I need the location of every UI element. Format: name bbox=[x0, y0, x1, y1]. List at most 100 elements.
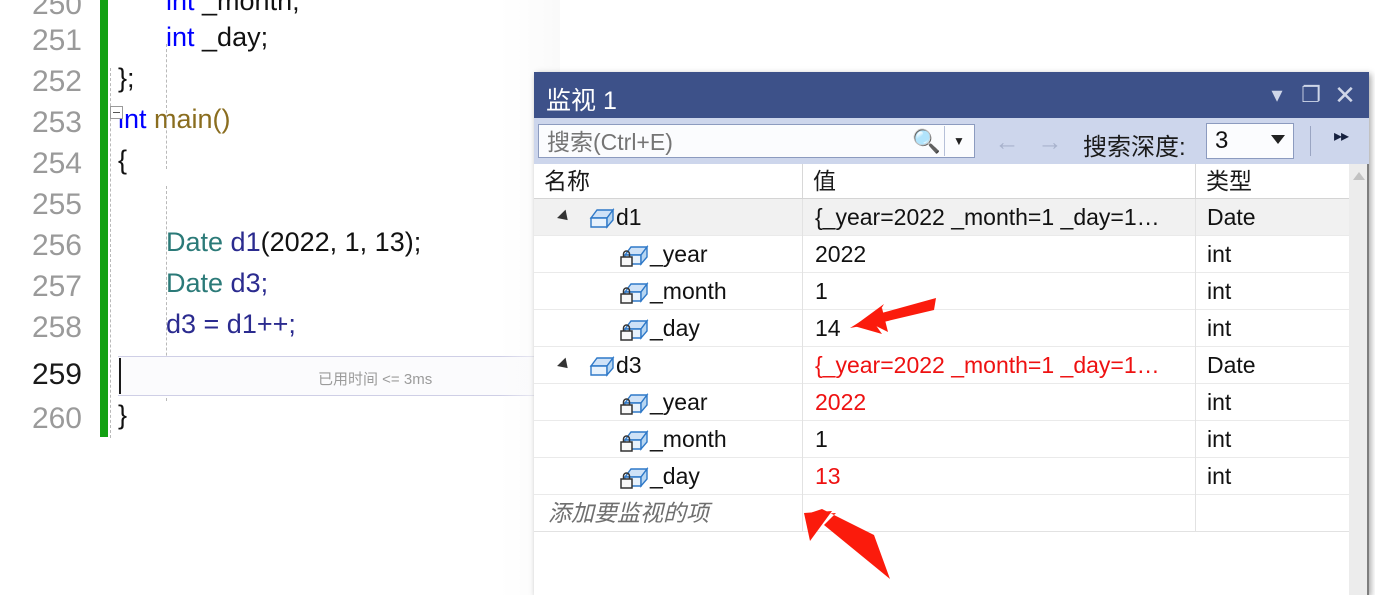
cube-lock-icon bbox=[620, 317, 650, 341]
watch-toolbar[interactable]: 🔍 ▼ ← → 搜索深度: 3 ▸▸ bbox=[534, 118, 1369, 164]
screen: 250 251 252 253 254 255 256 257 258 259 260 int _m… bbox=[0, 0, 1375, 595]
table-row[interactable]: _day 13 int bbox=[534, 458, 1349, 495]
add-watch-row[interactable]: 添加要监视的项 bbox=[534, 495, 1349, 532]
cell-name[interactable]: _month bbox=[534, 273, 802, 309]
variable-name: _year bbox=[650, 389, 708, 415]
cell-type: Date bbox=[1207, 204, 1256, 230]
grid-right-edge bbox=[1367, 164, 1369, 595]
indent-guide bbox=[166, 44, 167, 169]
cell-divider bbox=[1195, 495, 1196, 532]
cube-lock-icon bbox=[620, 465, 650, 489]
cube-lock-icon bbox=[620, 391, 650, 415]
cube-icon bbox=[586, 206, 616, 230]
cell-type: int bbox=[1207, 463, 1232, 489]
cell-name[interactable]: _day bbox=[534, 310, 802, 346]
toolbar-separator bbox=[1310, 126, 1311, 156]
elapsed-time-annotation: 已用时间 <= 3ms bbox=[318, 371, 433, 388]
line-number: 251 bbox=[31, 24, 82, 57]
cell-name[interactable]: _month bbox=[534, 421, 802, 457]
dropdown-chevron-icon[interactable]: ▾ bbox=[1262, 80, 1292, 110]
chevron-down-icon[interactable] bbox=[1271, 135, 1285, 144]
search-depth-stepper[interactable]: 3 bbox=[1206, 123, 1294, 159]
column-header-type[interactable]: 类型 bbox=[1196, 164, 1349, 198]
column-header-value[interactable]: 值 bbox=[803, 164, 1195, 198]
watch-variable-grid[interactable]: 名称值类型 d1 {_year=2022 _month=1 _day=1… Date… bbox=[534, 164, 1369, 595]
cell-type: int bbox=[1207, 278, 1232, 304]
search-icon[interactable]: 🔍 bbox=[912, 128, 941, 155]
table-row[interactable]: _day 14 int bbox=[534, 310, 1349, 347]
cube-lock-icon bbox=[620, 280, 650, 304]
column-divider[interactable] bbox=[802, 164, 803, 198]
maximize-icon[interactable]: ❐ bbox=[1296, 80, 1326, 110]
cell-type: int bbox=[1207, 426, 1232, 452]
expand-collapse-triangle-icon[interactable] bbox=[557, 357, 572, 373]
watch-window[interactable]: 监视 1 ▾ ❐ ✕ 🔍 ▼ ← → 搜索深度: 3 ▸▸ 名称值类型 d1 {_… bbox=[534, 72, 1369, 595]
code-line[interactable]: Date d1(2022, 1, 13); bbox=[166, 227, 421, 257]
grid-vertical-scrollbar[interactable] bbox=[1349, 164, 1369, 595]
column-divider[interactable] bbox=[1195, 164, 1196, 198]
cell-name[interactable]: _day bbox=[534, 458, 802, 494]
table-row[interactable]: d1 {_year=2022 _month=1 _day=1… Date bbox=[534, 199, 1349, 236]
column-header-name[interactable]: 名称 bbox=[534, 164, 802, 198]
change-indicator-bar bbox=[100, 0, 108, 437]
cell-value[interactable]: {_year=2022 _month=1 _day=1… bbox=[803, 199, 1195, 235]
indent-guide bbox=[110, 68, 111, 438]
table-row[interactable]: _year 2022 int bbox=[534, 384, 1349, 421]
collapse-region-icon[interactable] bbox=[110, 106, 123, 119]
cell-value[interactable]: 2022 bbox=[803, 236, 1195, 272]
line-number: 259 bbox=[31, 358, 82, 391]
variable-name: _day bbox=[650, 463, 700, 489]
cell-type: int bbox=[1207, 389, 1232, 415]
line-number: 257 bbox=[31, 270, 82, 303]
cell-name[interactable]: _year bbox=[534, 384, 802, 420]
code-line[interactable]: }; bbox=[118, 63, 135, 93]
table-row[interactable]: d3 {_year=2022 _month=1 _day=1… Date bbox=[534, 347, 1349, 384]
search-input[interactable] bbox=[545, 128, 919, 157]
line-number: 256 bbox=[31, 229, 82, 262]
code-line[interactable]: { bbox=[118, 145, 127, 175]
scroll-up-arrow-icon[interactable] bbox=[1349, 164, 1369, 186]
cell-name[interactable]: d3 bbox=[534, 347, 802, 383]
cell-type: int bbox=[1207, 315, 1232, 341]
line-number: 255 bbox=[31, 188, 82, 221]
code-line[interactable]: int _month; bbox=[166, 0, 300, 16]
line-number: 250 bbox=[31, 0, 82, 21]
variable-name: d1 bbox=[616, 204, 642, 230]
line-number: 254 bbox=[31, 147, 82, 180]
cell-value[interactable]: {_year=2022 _month=1 _day=1… bbox=[803, 347, 1195, 383]
line-number: 258 bbox=[31, 311, 82, 344]
cell-name[interactable]: _year bbox=[534, 236, 802, 272]
code-line[interactable]: d3 = d1++; bbox=[166, 309, 296, 339]
variable-name: _year bbox=[650, 241, 708, 267]
variable-name: _month bbox=[650, 278, 727, 304]
code-line[interactable]: int _day; bbox=[166, 22, 268, 52]
watch-window-title: 监视 1 bbox=[546, 87, 617, 115]
close-icon[interactable]: ✕ bbox=[1330, 80, 1360, 110]
table-row[interactable]: _month 1 int bbox=[534, 273, 1349, 310]
toolbar-overflow-icon[interactable]: ▸▸ bbox=[1334, 126, 1349, 146]
line-number: 260 bbox=[31, 402, 82, 435]
search-back-button[interactable]: ← bbox=[992, 128, 1022, 156]
search-box[interactable]: 🔍 ▼ bbox=[538, 124, 975, 158]
line-number: 252 bbox=[31, 65, 82, 98]
search-options-chevron-icon[interactable]: ▼ bbox=[944, 126, 973, 156]
search-forward-button[interactable]: → bbox=[1035, 128, 1065, 156]
cell-value[interactable]: 2022 bbox=[803, 384, 1195, 420]
grid-header-row[interactable]: 名称值类型 bbox=[534, 164, 1349, 199]
expand-collapse-triangle-icon[interactable] bbox=[557, 209, 572, 225]
code-line[interactable]: Date d3; bbox=[166, 268, 268, 298]
code-line[interactable]: } bbox=[118, 400, 127, 430]
table-row[interactable]: _month 1 int bbox=[534, 421, 1349, 458]
code-line[interactable]: int main() bbox=[118, 104, 231, 134]
cell-name[interactable]: d1 bbox=[534, 199, 802, 235]
add-watch-placeholder-text: 添加要监视的项 bbox=[548, 500, 709, 526]
variable-name: _day bbox=[650, 315, 700, 341]
cell-value[interactable]: 1 bbox=[803, 421, 1195, 457]
variable-name: d3 bbox=[616, 352, 642, 378]
cell-value[interactable]: 13 bbox=[803, 458, 1195, 494]
cube-lock-icon bbox=[620, 243, 650, 267]
table-row[interactable]: _year 2022 int bbox=[534, 236, 1349, 273]
arrow-to-add-watch bbox=[804, 509, 890, 579]
watch-titlebar[interactable]: 监视 1 ▾ ❐ ✕ bbox=[534, 72, 1369, 118]
code-editor[interactable]: 250 251 252 253 254 255 256 257 258 259 260 int _m… bbox=[0, 0, 560, 595]
